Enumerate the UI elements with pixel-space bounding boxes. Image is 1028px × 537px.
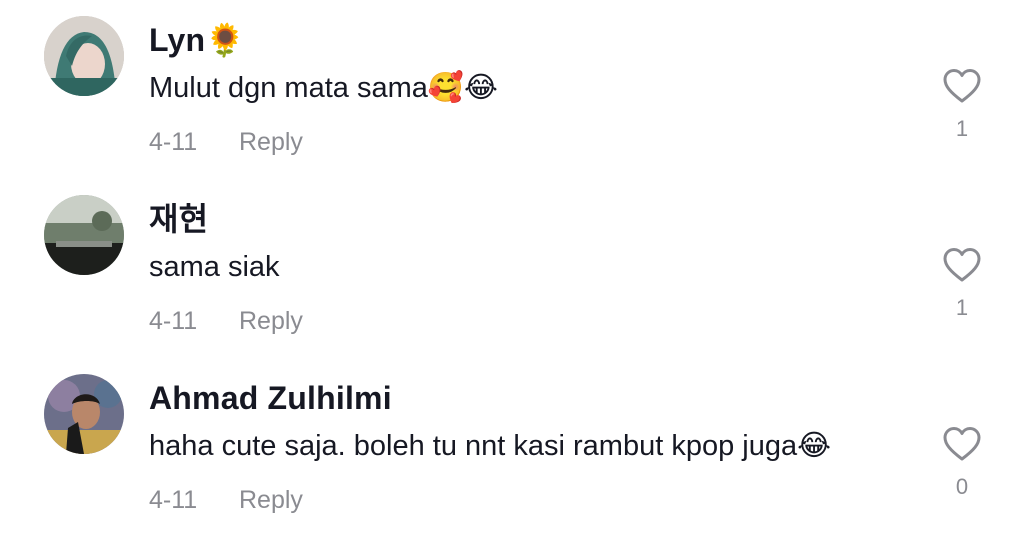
like-button[interactable] xyxy=(940,64,984,108)
comment-date: 4-11 xyxy=(149,127,198,156)
reply-button[interactable]: Reply xyxy=(239,128,303,157)
avatar[interactable] xyxy=(44,195,124,275)
comment-date: 4-11 xyxy=(149,306,198,335)
heart-outline-icon xyxy=(943,69,981,103)
comment-item: Ahmad Zulhilmi haha cute saja. boleh tu … xyxy=(0,358,1028,537)
comment-item: Lyn🌻 Mulut dgn mata sama🥰😂 4-11 Reply 1 xyxy=(0,0,1028,179)
avatar[interactable] xyxy=(44,16,124,96)
like-button[interactable] xyxy=(940,422,984,466)
comment-text: Mulut dgn mata sama🥰😂 xyxy=(149,72,498,104)
comment-meta: 4-11 Reply xyxy=(149,301,303,341)
like-count: 0 xyxy=(955,474,969,499)
comment-username[interactable]: 재현 xyxy=(149,197,208,241)
comment-username[interactable]: Lyn🌻 xyxy=(149,18,245,62)
comment-text: sama siak xyxy=(149,251,280,283)
avatar-image xyxy=(44,374,124,454)
heart-outline-icon xyxy=(943,427,981,461)
comment-text: haha cute saja. boleh tu nnt kasi rambut… xyxy=(149,430,831,462)
like-button[interactable] xyxy=(940,243,984,287)
comment-meta: 4-11 Reply xyxy=(149,480,303,520)
like-count: 1 xyxy=(955,116,969,141)
reply-button[interactable]: Reply xyxy=(239,307,303,336)
comment-date: 4-11 xyxy=(149,485,198,514)
comment-item: 재현 sama siak 4-11 Reply 1 xyxy=(0,179,1028,358)
comment-meta: 4-11 Reply xyxy=(149,122,303,162)
comment-username[interactable]: Ahmad Zulhilmi xyxy=(149,376,392,420)
avatar-image xyxy=(44,195,124,275)
like-count: 1 xyxy=(955,295,969,320)
reply-button[interactable]: Reply xyxy=(239,486,303,515)
heart-outline-icon xyxy=(943,248,981,282)
avatar-image xyxy=(44,16,124,96)
avatar[interactable] xyxy=(44,374,124,454)
